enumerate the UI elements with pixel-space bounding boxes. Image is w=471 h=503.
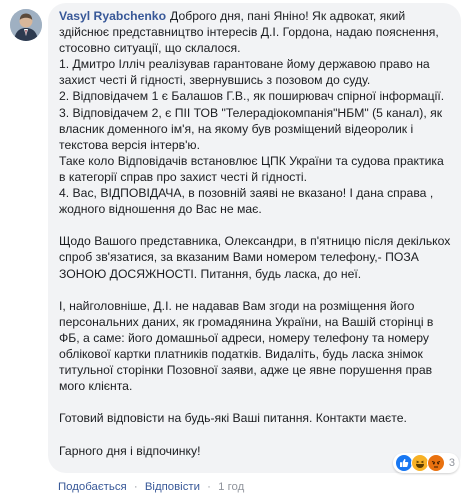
comment-paragraph: 2. Відповідачем 1 є Балашов Г.В., як пош…	[59, 89, 445, 104]
comment-paragraph: Готовий відповісти на будь-які Ваші пита…	[59, 411, 407, 426]
angry-reaction-icon	[426, 454, 445, 472]
comment-paragraph: Гарного дня і відпочинку!	[59, 443, 201, 458]
like-button[interactable]: Подобається	[58, 481, 127, 493]
comment-timestamp[interactable]: 1 год	[218, 481, 244, 493]
comment-paragraph: 3. Відповідачем 2, є ПІІ ТОВ "Телерадіок…	[59, 105, 443, 152]
comment-author-link[interactable]: Vasyl Ryabchenko	[59, 9, 166, 23]
separator: ·	[133, 481, 138, 493]
comment-text: Vasyl Ryabchenko Доброго дня, пані Яніно!…	[59, 8, 452, 459]
avatar[interactable]	[10, 9, 42, 41]
comment-paragraph: 1. Дмитро Ілліч реалізував гарантоване й…	[59, 57, 430, 88]
reactions-count[interactable]: 3	[449, 457, 455, 469]
separator: ·	[207, 481, 211, 493]
comment-paragraph: Щодо Вашого представника, Олександри, в …	[59, 234, 451, 281]
reactions-summary[interactable]: 3	[392, 453, 459, 473]
comment-actions: Подобається · Відповісти · 1 год	[58, 481, 244, 493]
comment-paragraph: 4. Вас, ВІДПОВІДАЧА, в позовній заяві не…	[59, 186, 434, 217]
comment-paragraph: І, найголовніше, Д.І. не надавав Вам зго…	[59, 298, 434, 394]
avatar-photo	[10, 9, 42, 41]
comment-bubble: Vasyl Ryabchenko Доброго дня, пані Яніно!…	[48, 3, 461, 473]
reply-button[interactable]: Відповісти	[145, 481, 200, 493]
comment-paragraph: Таке коло Відповідачів встановлює ЦПК Ук…	[59, 153, 444, 184]
